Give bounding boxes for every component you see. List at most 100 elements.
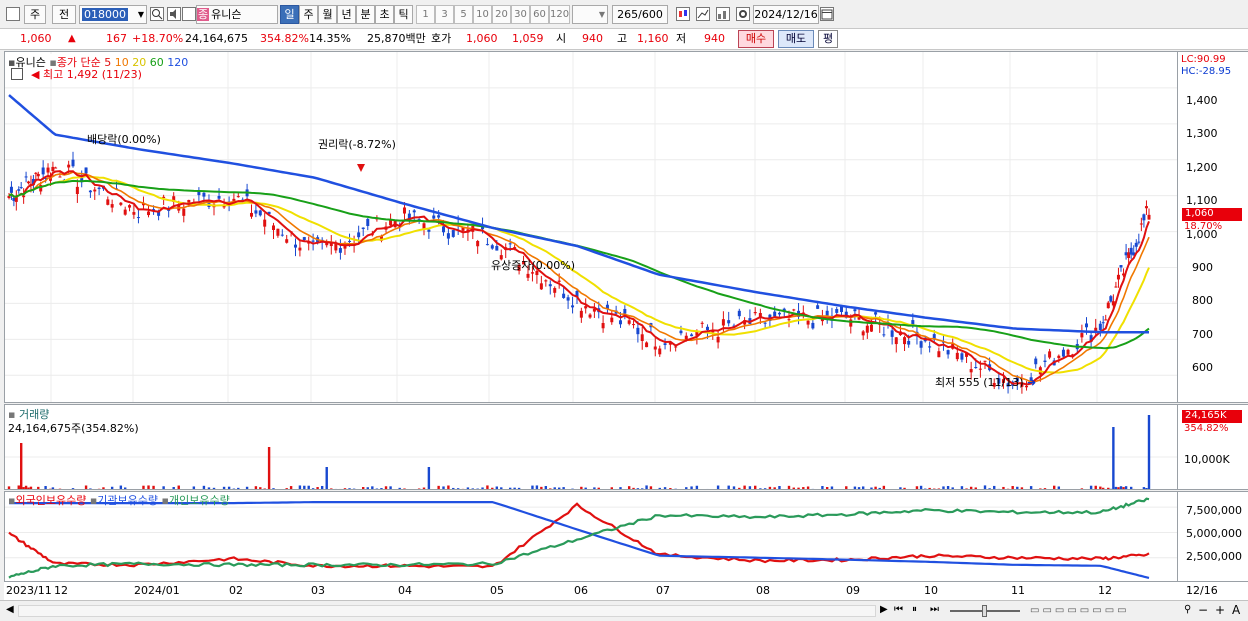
price-pane[interactable]: ▪유니슨 ▪종가 단순 5 10 20 60 120 ◀ 최고 1,492 (1…: [4, 51, 1178, 403]
stock-prefix-badge: 종: [197, 8, 210, 21]
volume-bar: [969, 486, 973, 489]
zoom-out-button[interactable]: −: [1198, 603, 1208, 617]
indicator-icon[interactable]: [716, 7, 730, 21]
y-tick: 600: [1192, 361, 1213, 374]
dropdown-icon[interactable]: [182, 7, 196, 21]
y-tick: 10,000K: [1184, 453, 1230, 466]
interval-5[interactable]: 5: [454, 5, 473, 24]
prev-button[interactable]: 전: [52, 5, 76, 24]
high-note-text: 최고 1,492 (11/23): [42, 68, 142, 81]
interval-60[interactable]: 60: [530, 5, 549, 24]
interval-20[interactable]: 20: [492, 5, 511, 24]
period-second[interactable]: 초: [375, 5, 394, 24]
volume-bar: [540, 486, 543, 489]
current-price: 1,060: [20, 32, 52, 45]
period-month[interactable]: 월: [318, 5, 337, 24]
sell-button[interactable]: 매도: [778, 30, 814, 48]
volume-bar: [142, 485, 145, 489]
interval-10[interactable]: 10: [473, 5, 492, 24]
volume-bar: [997, 488, 1001, 489]
candle-body: [1043, 360, 1047, 362]
volume-bar: [951, 487, 954, 489]
zoom-in-button[interactable]: +: [1215, 603, 1225, 617]
volume-bar: [394, 489, 396, 490]
stock-name-field[interactable]: 종 유니슨: [196, 5, 278, 24]
period-tick[interactable]: 틱: [394, 5, 413, 24]
period-day[interactable]: 일: [280, 5, 299, 24]
volume-bar: [531, 485, 534, 489]
candle-body: [123, 209, 127, 215]
volume-bar: [1057, 486, 1061, 489]
candle-body: [946, 350, 950, 355]
line-tool-icon[interactable]: [696, 7, 710, 21]
zoom-slider-handle[interactable]: [982, 605, 987, 617]
y-tick: 1,100: [1186, 194, 1218, 207]
tool-icons[interactable]: ▭▭▭▭▭▭▭▭: [1030, 605, 1170, 617]
volume-bar: [1114, 486, 1118, 489]
interval-custom-select[interactable]: ▼: [572, 5, 608, 24]
volume-bar: [267, 447, 271, 489]
sell-label: 매도: [785, 32, 807, 45]
fast-forward-icon[interactable]: ⏭: [930, 604, 939, 615]
table-icon[interactable]: [11, 68, 23, 80]
date-field[interactable]: 2024/12/16: [753, 5, 819, 24]
period-week[interactable]: 주: [299, 5, 318, 24]
candle-body: [476, 241, 480, 247]
candle-body: [446, 233, 450, 239]
candle-body: [412, 210, 416, 213]
horizontal-scrollbar[interactable]: [18, 605, 876, 617]
candle-icon[interactable]: [676, 7, 690, 21]
candle-body: [907, 340, 911, 345]
chevron-down-icon[interactable]: ▼: [138, 6, 144, 23]
search-icon[interactable]: [150, 7, 164, 21]
rewind-icon[interactable]: ⏮: [894, 604, 903, 615]
volume-bar: [690, 486, 693, 489]
candle-body: [562, 293, 566, 298]
candle-body: [1085, 323, 1088, 328]
eval-button[interactable]: 평: [818, 30, 838, 48]
down-arrow-icon: [357, 164, 365, 172]
calendar-icon[interactable]: [820, 7, 834, 21]
volume-bar: [461, 488, 465, 489]
volume-bar: [861, 486, 865, 489]
interval-1[interactable]: 1: [416, 5, 435, 24]
volume-bar: [680, 489, 682, 490]
candle-body: [978, 368, 982, 370]
event-dividend: 배당락(0.00%): [87, 133, 161, 146]
volume-bar: [802, 487, 805, 489]
volume-bar: [627, 486, 631, 489]
font-size-button[interactable]: A: [1232, 603, 1240, 617]
interval-30-label: 30: [514, 9, 527, 20]
scroll-left-icon[interactable]: ◀: [6, 604, 14, 615]
up-arrow-icon: ▲: [68, 33, 76, 44]
layout-icon[interactable]: [6, 7, 20, 21]
period-year[interactable]: 년: [337, 5, 356, 24]
interval-3[interactable]: 3: [435, 5, 454, 24]
period-minute[interactable]: 분: [356, 5, 375, 24]
count-field[interactable]: 265/600: [612, 5, 668, 24]
candle-body: [19, 187, 23, 189]
candle-body: [632, 324, 636, 326]
x-tick: 12: [1098, 584, 1112, 597]
volume-bar: [123, 487, 127, 489]
toolbar: 주 전 018000 ▼ 종 유니슨 일 주 월 년 분 초 틱 1 3 5 10 …: [0, 0, 1248, 29]
interval-120[interactable]: 120: [549, 5, 570, 24]
stock-code-input[interactable]: 018000 ▼: [79, 5, 147, 24]
volume-pane[interactable]: ▪ 거래량 24,164,675주(354.82%): [4, 404, 1178, 490]
pause-icon[interactable]: ⏸: [912, 604, 917, 615]
gear-icon[interactable]: [736, 7, 750, 21]
speaker-icon[interactable]: [167, 7, 181, 21]
volume-bar: [882, 485, 886, 489]
search-icon[interactable]: ⚲: [1184, 604, 1191, 615]
legend-marker: ▪: [161, 494, 169, 507]
buy-button[interactable]: 매수: [738, 30, 774, 48]
interval-30[interactable]: 30: [511, 5, 530, 24]
candle-body: [890, 330, 894, 337]
holding-pane[interactable]: ▪외국인보유수량 ▪기관보유수량 ▪개인보유수량: [4, 491, 1178, 582]
scroll-right-icon[interactable]: ▶: [880, 604, 888, 615]
volume-bar: [58, 488, 62, 489]
mode-selector[interactable]: 주: [24, 5, 46, 24]
volume-bar: [32, 489, 34, 490]
candle-body: [437, 215, 441, 218]
y-tick: 800: [1192, 294, 1213, 307]
